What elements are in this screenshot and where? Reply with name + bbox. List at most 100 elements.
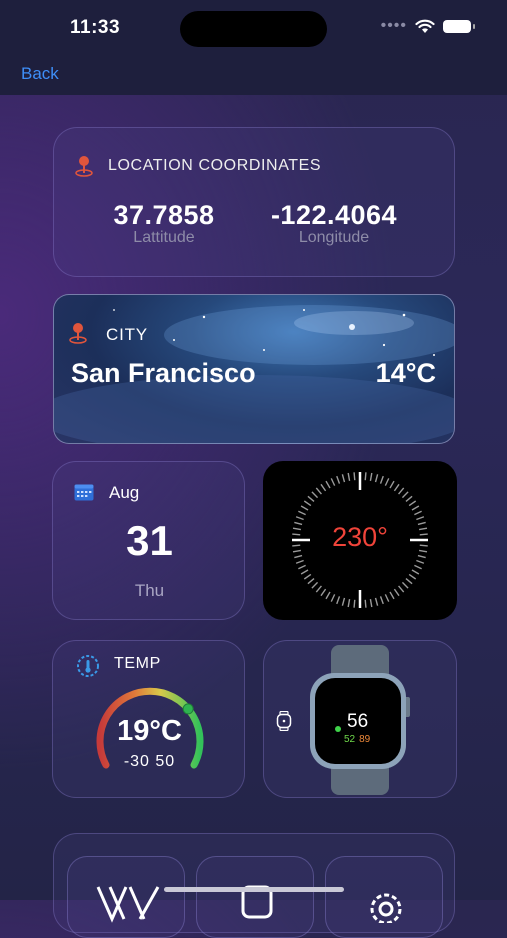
compass-tick <box>295 516 304 521</box>
status-icons: •••• <box>380 17 475 35</box>
compass-tick <box>347 472 351 482</box>
compass-tick <box>384 478 390 486</box>
compass-tick <box>417 554 426 559</box>
compass-tick <box>374 597 379 606</box>
home-indicator[interactable] <box>164 887 344 892</box>
compass-tick <box>374 474 379 483</box>
compass-tick <box>320 483 327 492</box>
watch-heart-rate: 56 <box>347 711 369 732</box>
compass-tick <box>389 591 395 600</box>
compass-tick <box>315 585 322 593</box>
dynamic-island <box>180 11 327 47</box>
compass-tick <box>307 578 315 585</box>
compass-tick <box>408 500 417 507</box>
compass-tick <box>307 495 315 502</box>
compass-tick <box>384 594 390 602</box>
compass-tick <box>414 510 422 516</box>
compass-heading: 230° <box>332 522 388 552</box>
compass-tick <box>347 598 351 608</box>
compass-tick <box>341 474 346 483</box>
status-time: 11:33 <box>70 17 121 38</box>
compass-tick <box>379 475 384 484</box>
compass-tick <box>401 581 409 589</box>
wifi-icon <box>415 19 435 33</box>
compass-tick <box>414 564 422 570</box>
compass-tick <box>416 516 425 521</box>
temperature-card[interactable]: TEMP 19°C -30 50 <box>52 640 245 798</box>
battery-icon <box>443 19 475 33</box>
compass-tick <box>303 500 312 507</box>
compass-tick <box>320 588 327 597</box>
calendar-icon <box>74 484 94 501</box>
compass-card[interactable]: 230° <box>263 461 457 620</box>
compass-tick <box>401 491 409 499</box>
compass-tick <box>341 597 346 606</box>
compass-tick <box>405 495 413 502</box>
longitude-block: -122.4064 Longitude <box>249 200 419 247</box>
heart-rate-indicator <box>335 726 341 732</box>
location-coordinates-card[interactable]: LOCATION COORDINATES 37.7858 Lattitude -… <box>53 127 455 277</box>
compass-tick <box>369 472 373 482</box>
latitude-block: 37.7858 Lattitude <box>79 200 249 247</box>
compass-tick <box>298 510 306 516</box>
location-pin-icon <box>75 156 93 177</box>
settings-button[interactable] <box>325 856 443 938</box>
compass-tick <box>295 559 304 564</box>
compass-tick <box>315 487 322 495</box>
compass-tick <box>325 591 331 600</box>
compass-tick <box>411 569 420 575</box>
city-name: San Francisco <box>71 358 256 388</box>
compass-tick <box>330 478 336 486</box>
compass-tick <box>379 596 384 605</box>
compass-tick <box>398 585 405 593</box>
city-temperature: 14°C <box>375 358 436 388</box>
city-title: CITY <box>106 325 148 344</box>
watch-card[interactable]: 56 52 89 <box>263 640 457 798</box>
compass-tick <box>389 480 395 489</box>
compass-tick <box>325 480 331 489</box>
watch-button[interactable] <box>196 856 314 938</box>
compass-tick <box>353 599 356 608</box>
longitude-label: Longitude <box>298 229 370 246</box>
temperature-title: TEMP <box>114 655 161 672</box>
watch-high: 89 <box>359 734 371 745</box>
app-logo-button[interactable] <box>67 856 185 938</box>
compass-tick <box>300 505 309 511</box>
compass-tick <box>330 594 336 602</box>
compass-tick <box>353 472 356 481</box>
compass-tick <box>398 487 405 495</box>
compass-tick <box>298 564 306 570</box>
date-card[interactable]: Aug 31 Thu <box>52 461 245 620</box>
app-logo-icon <box>96 886 160 923</box>
compass-tick <box>311 581 319 589</box>
city-card[interactable]: CITY San Francisco 14°C <box>53 294 455 444</box>
watch-small-icon <box>276 711 292 731</box>
latitude-value: 37.7858 <box>113 200 215 230</box>
back-button[interactable]: Back <box>21 64 59 84</box>
latitude-label: Lattitude <box>133 229 195 246</box>
bottom-menu-card <box>53 833 455 938</box>
compass-tick <box>408 573 417 580</box>
compass-tick <box>416 559 425 564</box>
compass-tick <box>369 598 373 608</box>
longitude-value: -122.4064 <box>270 200 398 230</box>
compass-tick <box>336 596 341 605</box>
watch-low: 52 <box>344 734 356 745</box>
compass-tick <box>405 578 413 585</box>
compass-tick <box>411 505 420 511</box>
compass-tick <box>294 554 303 559</box>
compass-tick <box>364 472 367 481</box>
date-month: Aug <box>109 483 140 502</box>
compass-tick <box>300 569 309 575</box>
date-weekday: Thu <box>134 581 165 600</box>
date-day: 31 <box>126 517 173 564</box>
watch-range: 52 89 <box>344 734 370 745</box>
location-title: LOCATION COORDINATES <box>108 157 322 174</box>
thermometer-badge-icon <box>77 655 99 677</box>
compass-tick <box>393 483 400 492</box>
signal-icon: •••• <box>380 17 407 34</box>
gauge-knob <box>182 703 194 715</box>
temperature-range: -30 50 <box>123 753 176 770</box>
compass-tick <box>364 599 367 608</box>
compass-tick <box>303 573 312 580</box>
